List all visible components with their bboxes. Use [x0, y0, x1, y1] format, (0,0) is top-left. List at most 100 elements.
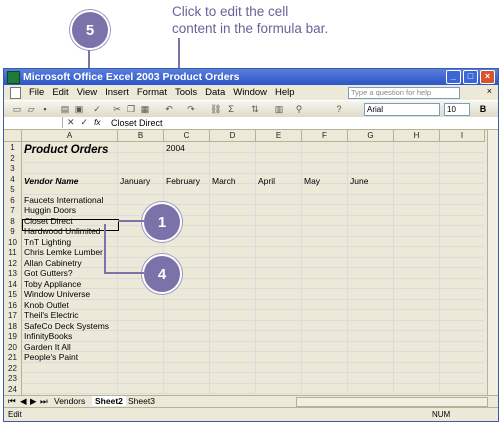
grid-vline: [439, 142, 440, 394]
sheet-tab-sheet3[interactable]: Sheet3: [128, 396, 155, 406]
horizontal-scrollbar[interactable]: [296, 397, 488, 407]
grid-vline: [117, 142, 118, 394]
undo-icon[interactable]: ↶: [164, 104, 174, 114]
menu-view[interactable]: View: [77, 87, 97, 98]
menu-format[interactable]: Format: [137, 87, 167, 98]
menu-data[interactable]: Data: [205, 87, 225, 98]
col-header-e[interactable]: E: [256, 130, 302, 142]
vertical-scrollbar[interactable]: [487, 130, 498, 395]
zoom-icon[interactable]: ⚲: [294, 104, 304, 114]
cell-f4[interactable]: May: [304, 176, 320, 187]
grid-vline: [301, 142, 302, 394]
close-button[interactable]: ×: [480, 70, 495, 84]
cell-b4[interactable]: January: [120, 176, 150, 187]
vendor-cell[interactable]: Garden It All: [24, 342, 71, 353]
help-icon[interactable]: ?: [334, 104, 344, 114]
vendor-cell[interactable]: Theil's Electric: [24, 310, 79, 321]
hyperlink-icon[interactable]: ⛓: [210, 104, 221, 114]
menu-insert[interactable]: Insert: [105, 87, 129, 98]
sheet-tab-vendors[interactable]: Vendors: [54, 396, 85, 406]
leader-1: [118, 220, 144, 222]
tab-nav-next-icon[interactable]: ▶: [30, 396, 37, 407]
menu-help[interactable]: Help: [275, 87, 295, 98]
cell-c4[interactable]: February: [166, 176, 200, 187]
vendor-cell[interactable]: Huggin Doors: [24, 205, 76, 216]
col-header-h[interactable]: H: [394, 130, 440, 142]
sheet-tab-sheet2[interactable]: Sheet2: [92, 396, 126, 406]
col-header-a[interactable]: A: [22, 130, 118, 142]
enter-icon[interactable]: ✓: [81, 117, 89, 128]
grid-hline: [22, 393, 484, 394]
col-header-c[interactable]: C: [164, 130, 210, 142]
new-icon[interactable]: ▭: [12, 104, 22, 114]
col-header-g[interactable]: G: [348, 130, 394, 142]
minimize-button[interactable]: _: [446, 70, 461, 84]
tab-nav-prev-icon[interactable]: ◀: [20, 396, 27, 407]
font-select[interactable]: Arial: [364, 103, 440, 116]
menu-file[interactable]: File: [29, 87, 44, 98]
vendor-cell[interactable]: Knob Outlet: [24, 300, 69, 311]
toolbar: ▭ ▱ ▪ ▤ ▣ ✓ ✂ ❐ ▦ ↶ ↷ ⛓ Σ ⇅ ▥ ⚲ ? Arial …: [4, 100, 498, 118]
vendor-cell[interactable]: SafeCo Deck Systems: [24, 321, 109, 332]
vendor-cell[interactable]: Got Gutters?: [24, 268, 73, 279]
cell-e4[interactable]: April: [258, 176, 275, 187]
leader-4-v: [104, 224, 106, 274]
menu-edit[interactable]: Edit: [52, 87, 68, 98]
cell-c1[interactable]: 2004: [166, 143, 185, 154]
callout-5: 5: [70, 10, 110, 50]
bold-button[interactable]: B: [478, 104, 488, 114]
copy-icon[interactable]: ❐: [126, 104, 136, 114]
vendor-cell[interactable]: People's Paint: [24, 352, 78, 363]
cell-d4[interactable]: March: [212, 176, 236, 187]
spelling-icon[interactable]: ✓: [92, 104, 102, 114]
status-mode: Edit: [8, 410, 22, 419]
chart-icon[interactable]: ▥: [274, 104, 284, 114]
grid-vline: [255, 142, 256, 394]
vendor-cell[interactable]: Faucets International: [24, 195, 103, 206]
sort-icon[interactable]: ⇅: [250, 104, 260, 114]
grid-hline: [22, 288, 484, 289]
grid-vline: [393, 142, 394, 394]
workbook-close-icon[interactable]: ×: [487, 86, 492, 96]
grid-hline: [22, 361, 484, 363]
save-icon[interactable]: ▪: [40, 104, 50, 114]
grid-hline: [22, 298, 484, 300]
vendor-cell[interactable]: InfinityBooks: [24, 331, 72, 342]
cell-a4[interactable]: Vendor Name: [24, 176, 78, 187]
vendor-cell[interactable]: Allan Cabinetry: [24, 258, 82, 269]
tab-nav-first-icon[interactable]: ⏮: [8, 396, 16, 407]
print-icon[interactable]: ▤: [60, 104, 70, 114]
grid-hline: [22, 382, 484, 384]
col-header-f[interactable]: F: [302, 130, 348, 142]
vendor-cell[interactable]: Window Universe: [24, 289, 90, 300]
autosum-icon[interactable]: Σ: [226, 104, 236, 114]
grid-hline: [22, 372, 484, 373]
redo-icon[interactable]: ↷: [186, 104, 196, 114]
insert-function-icon[interactable]: fx: [94, 118, 100, 127]
formula-content[interactable]: Closet Direct: [111, 117, 163, 129]
preview-icon[interactable]: ▣: [74, 104, 84, 114]
cancel-icon[interactable]: ✕: [67, 117, 75, 128]
col-header-d[interactable]: D: [210, 130, 256, 142]
menu-tools[interactable]: Tools: [175, 87, 197, 98]
maximize-button[interactable]: □: [463, 70, 478, 84]
tab-nav-last-icon[interactable]: ⏭: [40, 396, 48, 407]
help-search-input[interactable]: Type a question for help: [348, 87, 460, 99]
grid-hline: [22, 172, 484, 174]
grid-hline: [22, 183, 484, 184]
font-size-select[interactable]: 10: [444, 103, 470, 116]
menu-window[interactable]: Window: [233, 87, 267, 98]
cut-icon[interactable]: ✂: [112, 104, 122, 114]
paste-icon[interactable]: ▦: [140, 104, 150, 114]
vendor-cell[interactable]: Chris Lemke Lumber: [24, 247, 103, 258]
cell-a1-title[interactable]: Product Orders: [24, 144, 108, 156]
vendor-cell[interactable]: Toby Appliance: [24, 279, 81, 290]
name-box[interactable]: [4, 117, 63, 128]
vendor-cell[interactable]: TnT Lighting: [24, 237, 71, 248]
select-all-corner[interactable]: [4, 130, 22, 142]
excel-app-icon: [7, 70, 20, 84]
open-icon[interactable]: ▱: [26, 104, 36, 114]
col-header-b[interactable]: B: [118, 130, 164, 142]
cell-g4[interactable]: June: [350, 176, 368, 187]
col-header-i[interactable]: I: [440, 130, 485, 142]
